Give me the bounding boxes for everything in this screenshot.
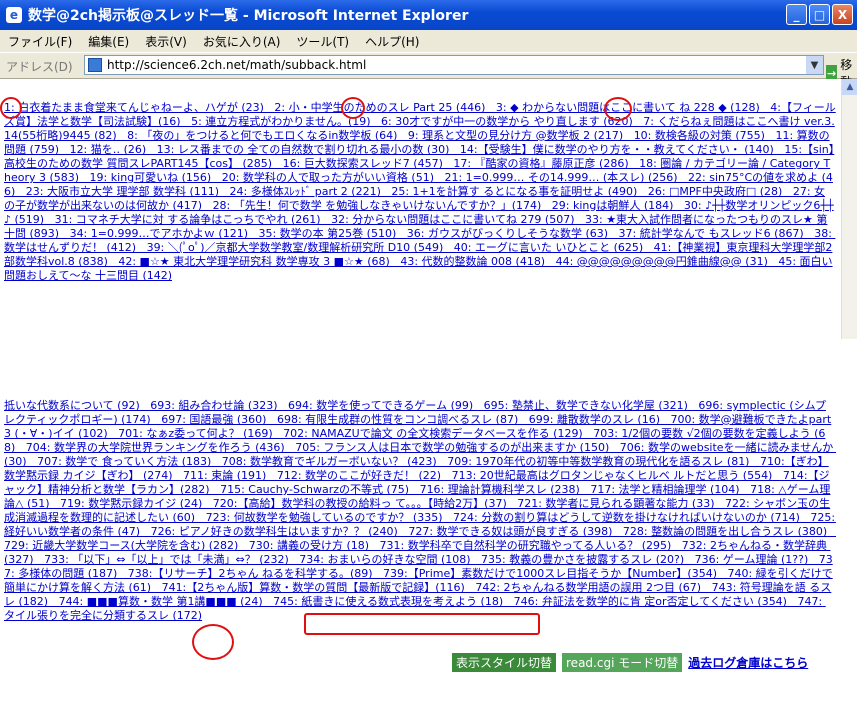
scroll-up-icon[interactable]: ▲ <box>842 79 857 95</box>
thread-list-top[interactable]: 1: 白衣着たまま食堂来てんじゃねーよ、ハゲが (23) 2: 小・中学生のため… <box>4 101 836 329</box>
minimize-button[interactable]: _ <box>786 4 807 25</box>
separator-gap <box>0 331 841 397</box>
address-url[interactable]: http://science6.2ch.net/math/subback.htm… <box>107 58 366 72</box>
address-bar: アドレス(D) http://science6.2ch.net/math/sub… <box>0 53 857 89</box>
page-icon <box>88 58 102 72</box>
menu-file[interactable]: ファイル(F) <box>0 33 80 50</box>
highlight-rect-739 <box>304 613 540 635</box>
window-controls: _ □ X <box>786 4 853 25</box>
menu-favorites[interactable]: お気に入り(A) <box>195 33 289 50</box>
address-input[interactable]: http://science6.2ch.net/math/subback.htm… <box>84 55 824 75</box>
menu-view[interactable]: 表示(V) <box>137 33 195 50</box>
address-label: アドレス(D) <box>6 60 73 74</box>
highlight-circle-2 <box>341 97 365 119</box>
page-content: 1: 白衣着たまま食堂来てんじゃねーよ、ハゲが (23) 2: 小・中学生のため… <box>0 79 841 716</box>
past-log-link[interactable]: 過去ログ倉庫はこちら <box>688 654 808 671</box>
readcgi-mode-button[interactable]: read.cgi モード切替 <box>562 653 683 672</box>
close-button[interactable]: X <box>832 4 853 25</box>
menu-edit[interactable]: 編集(E) <box>80 33 137 50</box>
title-bar: e 数学@2ch掲示板@スレッド一覧 - Microsoft Internet … <box>0 0 857 30</box>
highlight-circle-1 <box>0 97 22 119</box>
menu-tools[interactable]: ツール(T) <box>288 33 357 50</box>
ie-icon: e <box>6 7 22 23</box>
highlight-circle-3 <box>604 97 632 121</box>
window-title: 数学@2ch掲示板@スレッド一覧 - Microsoft Internet Ex… <box>28 8 469 24</box>
menu-bar: ファイル(F) 編集(E) 表示(V) お気に入り(A) ツール(T) ヘルプ(… <box>0 30 857 53</box>
chevron-down-icon[interactable]: ▼ <box>806 56 823 74</box>
footer-controls: 表示スタイル切替 read.cgi モード切替 過去ログ倉庫はこちら <box>452 653 808 672</box>
menu-help[interactable]: ヘルプ(H) <box>357 33 427 50</box>
vertical-scrollbar[interactable]: ▲ <box>841 79 857 339</box>
display-style-button[interactable]: 表示スタイル切替 <box>452 653 557 672</box>
maximize-button[interactable]: □ <box>809 4 830 25</box>
highlight-circle-747 <box>192 624 234 660</box>
